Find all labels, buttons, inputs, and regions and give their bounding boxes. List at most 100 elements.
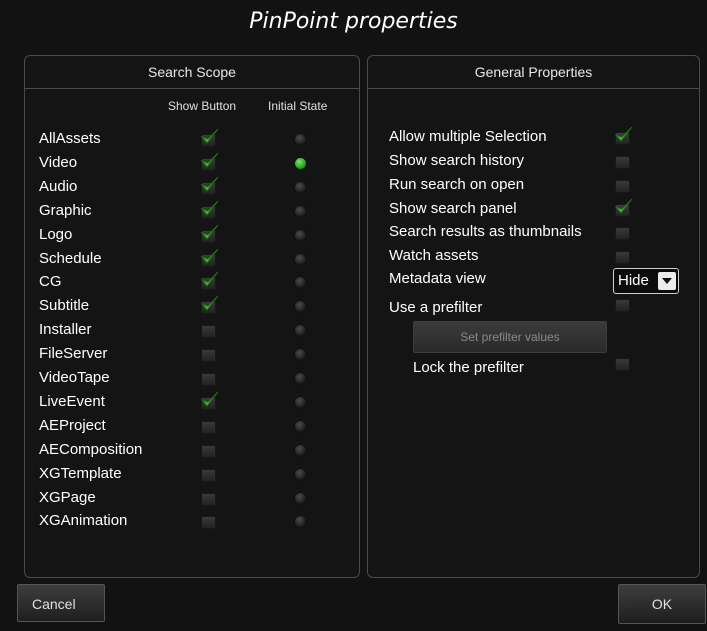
use-prefilter-checkbox[interactable]: [615, 299, 630, 312]
scope-label: CG: [39, 273, 62, 291]
scope-label: Schedule: [39, 249, 102, 267]
ok-button[interactable]: OK: [618, 584, 706, 624]
watch-assets-checkbox[interactable]: [615, 251, 630, 264]
scope-row-video: Video: [25, 152, 359, 174]
status-led-icon[interactable]: [295, 205, 306, 217]
show-button-checkbox[interactable]: [200, 128, 219, 147]
status-led-icon[interactable]: [295, 396, 306, 408]
scope-label: FileServer: [39, 345, 108, 363]
scope-label: Audio: [39, 177, 78, 195]
status-led-icon[interactable]: [295, 277, 306, 289]
checkmark-icon: [200, 248, 219, 264]
show-button-checkbox[interactable]: [201, 373, 216, 386]
show-button-checkbox[interactable]: [201, 492, 216, 506]
show-panel-checkbox[interactable]: [614, 198, 633, 217]
status-led-icon[interactable]: [295, 229, 306, 241]
scope-row-liveevent: LiveEvent: [25, 391, 359, 413]
status-led-icon[interactable]: [295, 420, 306, 432]
scope-row-fileserver: FileServer: [25, 343, 359, 365]
allow-multiple-checkbox[interactable]: [614, 126, 633, 145]
status-led-icon[interactable]: [295, 468, 306, 480]
lock-prefilter-row: Lock the prefilter: [368, 357, 699, 379]
scope-row-subtitle: Subtitle: [25, 295, 359, 317]
scope-label: VideoTape: [39, 369, 110, 386]
show-button-checkbox[interactable]: [200, 295, 219, 315]
status-led-icon[interactable]: [295, 492, 306, 504]
show-button-checkbox[interactable]: [200, 391, 219, 410]
scope-row-aecomposition: AEComposition: [25, 439, 359, 461]
scope-row-logo: Logo: [25, 224, 359, 246]
scope-label: Video: [39, 153, 78, 171]
as-thumbnails-checkbox[interactable]: [615, 227, 630, 240]
scope-label: Installer: [39, 321, 92, 339]
status-led-icon[interactable]: [295, 134, 306, 145]
set-prefilter-values-button[interactable]: Set prefilter values: [413, 321, 607, 353]
scope-row-audio: Audio: [25, 176, 359, 198]
run-on-open-label: Run search on open: [389, 176, 525, 193]
status-led-icon[interactable]: [295, 157, 306, 169]
show-button-checkbox[interactable]: [200, 248, 219, 267]
status-led-icon[interactable]: [295, 301, 306, 313]
watch-assets-row: Watch assets: [368, 245, 699, 267]
scope-row-xgtemplate: XGTemplate: [25, 463, 359, 485]
search-scope-header: Search Scope: [25, 56, 359, 89]
scope-row-graphic: Graphic: [25, 200, 359, 222]
scope-label: AllAssets: [39, 130, 101, 147]
cancel-button[interactable]: Cancel: [17, 584, 105, 622]
scope-label: Logo: [39, 225, 73, 243]
status-led-icon[interactable]: [295, 516, 306, 528]
checkmark-icon: [200, 152, 219, 168]
checkmark-icon: [200, 295, 219, 312]
scope-label: XGAnimation: [39, 512, 128, 530]
checkmark-icon: [200, 176, 219, 192]
general-properties-panel: General Properties Allow multiple Select…: [367, 55, 700, 578]
checkmark-icon: [200, 224, 219, 240]
show-button-checkbox[interactable]: [200, 224, 219, 243]
checkmark-icon: [614, 126, 633, 142]
show-history-checkbox[interactable]: [615, 156, 630, 169]
initial-state-column-header: Initial State: [268, 99, 328, 113]
show-button-checkbox[interactable]: [201, 420, 216, 434]
show-button-checkbox[interactable]: [201, 325, 216, 339]
scope-label: Subtitle: [39, 297, 90, 315]
scope-row-cg: CG: [25, 271, 359, 293]
scope-label: XGPage: [39, 488, 96, 506]
show-button-checkbox[interactable]: [201, 516, 216, 530]
checkmark-icon: [200, 200, 219, 216]
status-led-icon[interactable]: [295, 325, 306, 337]
chevron-down-icon: [658, 272, 676, 290]
show-button-checkbox[interactable]: [201, 468, 216, 482]
metadata-view-label: Metadata view: [389, 270, 486, 287]
status-led-icon[interactable]: [295, 373, 306, 384]
show-button-checkbox[interactable]: [200, 152, 219, 171]
allow-multiple-row: Allow multiple Selection: [368, 126, 699, 148]
status-led-icon[interactable]: [295, 253, 306, 265]
show-button-checkbox[interactable]: [200, 272, 219, 291]
checkmark-icon: [200, 128, 219, 144]
scope-row-xganimation: XGAnimation: [25, 510, 359, 532]
show-button-checkbox[interactable]: [200, 176, 219, 195]
window-title: PinPoint properties: [249, 9, 458, 34]
show-history-row: Show search history: [368, 150, 699, 172]
show-button-checkbox[interactable]: [201, 349, 216, 363]
scope-row-videotape: VideoTape: [25, 367, 359, 389]
show-button-checkbox[interactable]: [201, 444, 216, 458]
search-scope-panel: Search Scope Show Button Initial State A…: [24, 55, 360, 578]
status-led-icon[interactable]: [295, 181, 306, 193]
lock-prefilter-checkbox[interactable]: [615, 358, 630, 371]
scope-row-aeproject: AEProject: [25, 415, 359, 437]
show-button-checkbox[interactable]: [200, 200, 219, 219]
allow-multiple-label: Allow multiple Selection: [389, 128, 547, 145]
status-led-icon[interactable]: [295, 349, 306, 361]
as-thumbnails-label: Search results as thumbnails: [389, 223, 582, 240]
show-panel-row: Show search panel: [368, 198, 699, 220]
scope-label: AEComposition: [39, 440, 143, 458]
scope-row-installer: Installer: [25, 319, 359, 341]
scope-row-allassets: AllAssets: [25, 128, 359, 150]
checkmark-icon: [614, 198, 633, 214]
status-led-icon[interactable]: [295, 444, 306, 456]
metadata-view-select[interactable]: Hide: [613, 268, 679, 294]
scope-label: Graphic: [39, 201, 92, 219]
scope-label: AEProject: [39, 416, 106, 434]
run-on-open-checkbox[interactable]: [615, 180, 630, 193]
